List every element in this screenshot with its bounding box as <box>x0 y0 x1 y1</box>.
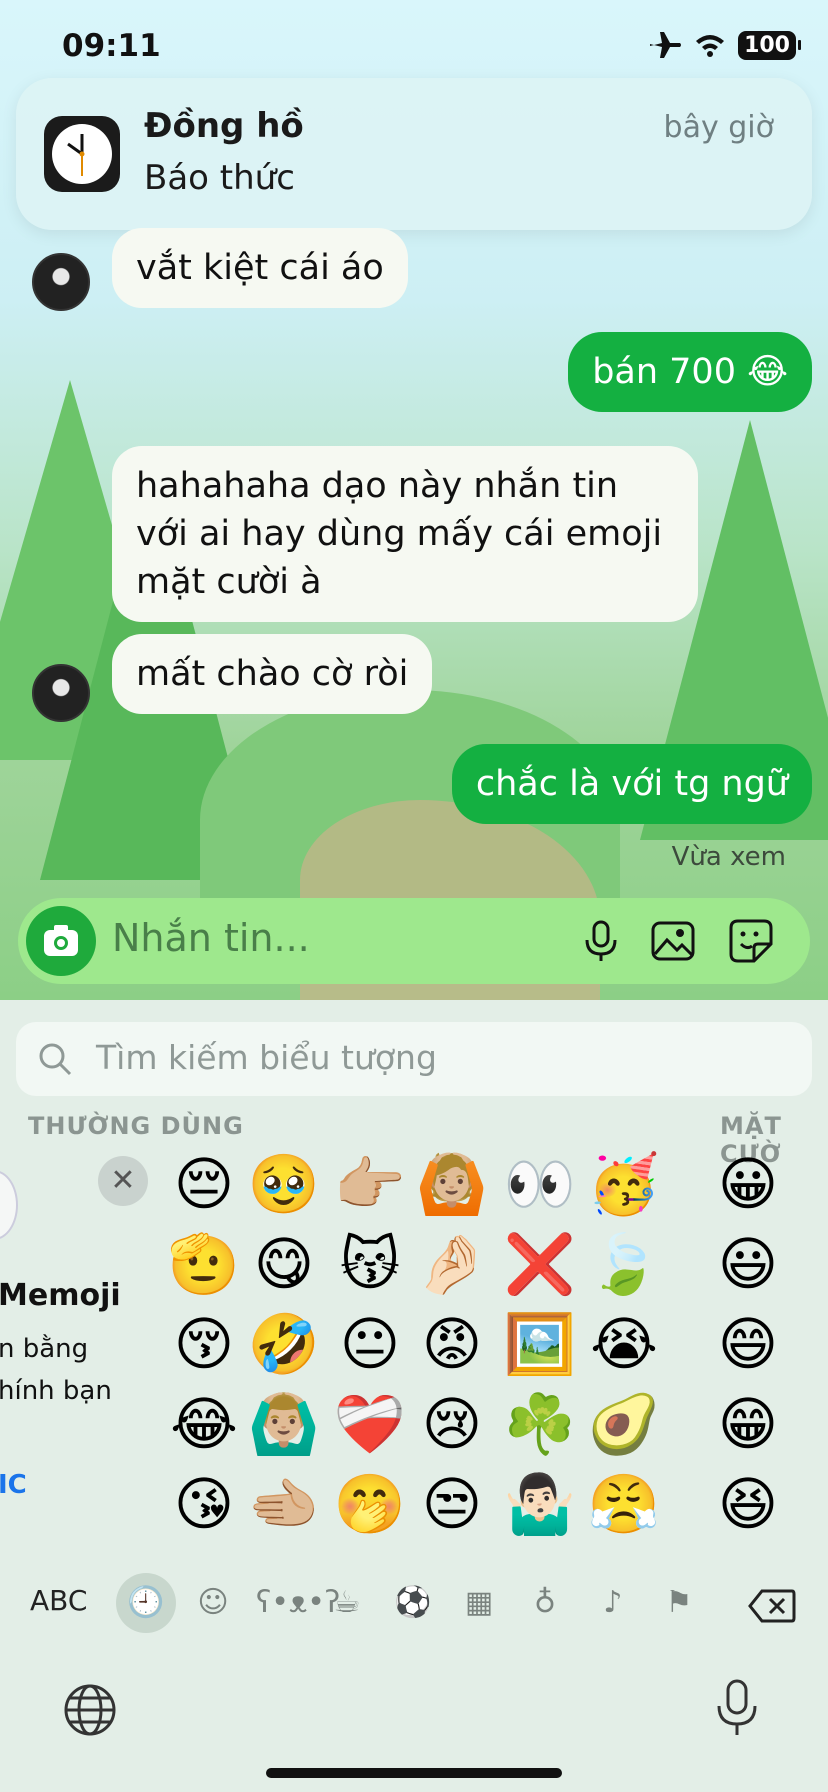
avatar[interactable] <box>32 664 90 722</box>
emoji-key[interactable]: 😀 <box>708 1144 788 1224</box>
emoji-key[interactable]: 🫡 <box>164 1224 244 1304</box>
notification-banner[interactable]: Đồng hồ Báo thức bây giờ <box>16 78 812 230</box>
emoji-key[interactable]: 😢 <box>412 1384 492 1464</box>
emoji-key[interactable]: 😘 <box>164 1464 244 1544</box>
backspace-icon[interactable] <box>748 1588 796 1624</box>
globe-icon[interactable] <box>62 1682 118 1738</box>
emoji-key[interactable]: 🖼️ <box>500 1304 580 1384</box>
status-icons: 100 <box>648 30 801 60</box>
emoji-key[interactable]: 😤 <box>584 1464 664 1544</box>
emoji-key[interactable]: 👀 <box>500 1144 580 1224</box>
notification-message: Báo thức <box>144 158 295 198</box>
emoji-key[interactable]: 😆 <box>708 1464 788 1544</box>
emoji-key[interactable]: 😄 <box>708 1304 788 1384</box>
message-composer: Nhắn tin... <box>18 898 810 984</box>
status-time: 09:11 <box>62 28 161 64</box>
abc-button[interactable]: ABC <box>30 1584 87 1617</box>
home-indicator <box>266 1768 562 1778</box>
emoji-key[interactable]: 😁 <box>708 1384 788 1464</box>
emoji-key[interactable]: 🙆🏼‍♂️ <box>244 1384 324 1464</box>
memoji-description: hính bạn <box>0 1376 112 1406</box>
message-bubble-incoming[interactable]: hahahaha dạo này nhắn tin với ai hay dùn… <box>112 446 698 622</box>
emoji-key[interactable]: 😽 <box>330 1224 410 1304</box>
message-bubble-incoming[interactable]: vắt kiệt cái áo <box>112 228 408 308</box>
emoji-key[interactable]: 🫲🏼 <box>244 1464 324 1544</box>
emoji-keyboard: Tìm kiếm biểu tượng THƯỜNG DÙNG MẶT CƯỜ … <box>0 1000 828 1792</box>
emoji-key[interactable]: ❤️‍🩹 <box>330 1384 410 1464</box>
search-icon <box>39 1043 72 1076</box>
message-bubble-incoming[interactable]: mất chào cờ ròi <box>112 634 433 714</box>
smiley-icon[interactable]: ☺ <box>190 1580 236 1626</box>
emoji-key[interactable]: 😐 <box>330 1304 410 1384</box>
flag-icon[interactable]: ⚑ <box>656 1580 702 1626</box>
notification-time: bây giờ <box>663 110 774 145</box>
microphone-icon[interactable] <box>578 918 624 964</box>
emoji-key[interactable]: 👉🏼 <box>330 1144 410 1224</box>
emoji-key[interactable]: 🥹 <box>244 1144 324 1224</box>
emoji-key[interactable]: 🤭 <box>330 1464 410 1544</box>
emoji-key[interactable]: 😋 <box>244 1224 324 1304</box>
emoji-key[interactable]: 😚 <box>164 1304 244 1384</box>
building-icon[interactable]: ▦ <box>456 1580 502 1626</box>
clock-icon[interactable]: 🕘 <box>116 1573 176 1633</box>
food-icon[interactable]: ☕ <box>324 1580 370 1626</box>
emoji-key[interactable]: 😃 <box>708 1224 788 1304</box>
clock-app-icon <box>44 116 120 192</box>
dictation-mic-icon[interactable] <box>714 1678 760 1738</box>
emoji-key[interactable]: 😭 <box>584 1304 664 1384</box>
emoji-key[interactable]: 🙆🏼 <box>412 1144 492 1224</box>
emoji-key[interactable]: 🥳 <box>584 1144 664 1224</box>
message-input[interactable]: Nhắn tin... <box>112 916 310 960</box>
emoji-search-bar[interactable]: Tìm kiếm biểu tượng <box>16 1022 812 1096</box>
emoji-key[interactable]: 😂 <box>164 1384 244 1464</box>
emoji-key[interactable]: 🤌🏻 <box>412 1224 492 1304</box>
emoji-key[interactable]: 🍃 <box>584 1224 664 1304</box>
message-bubble-outgoing[interactable]: bán 700 😂 <box>568 332 812 412</box>
wifi-icon <box>696 35 725 57</box>
memoji-sticker-icon <box>0 1170 18 1240</box>
message-bubble-outgoing[interactable]: chắc là với tg ngữ <box>451 744 812 824</box>
emoji-category-bar: ABC 🕘 ☺ ʕ•ᴥ•ʔ ☕ ⚽ ▦ ♁ ♪ ⚑ <box>0 1570 828 1640</box>
sticker-icon[interactable] <box>728 918 774 964</box>
symbols-icon[interactable]: ♪ <box>590 1580 636 1626</box>
notification-app-name: Đồng hồ <box>144 106 304 146</box>
image-icon[interactable] <box>650 918 696 964</box>
emoji-search-input[interactable]: Tìm kiếm biểu tượng <box>96 1038 437 1077</box>
emoji-key[interactable]: 🤣 <box>244 1304 324 1384</box>
airplane-icon <box>650 32 682 58</box>
seen-status: Vừa xem <box>671 842 786 872</box>
emoji-key[interactable]: ❌ <box>500 1224 580 1304</box>
memoji-link[interactable]: IC <box>0 1470 27 1500</box>
avatar[interactable] <box>32 253 90 311</box>
section-frequent-header: THƯỜNG DÙNG <box>28 1112 244 1140</box>
emoji-key[interactable]: 🥑 <box>584 1384 664 1464</box>
memoji-title: Memoji <box>0 1278 121 1313</box>
camera-button[interactable] <box>26 906 96 976</box>
memoji-close-button[interactable]: ✕ <box>98 1156 148 1206</box>
emoji-key[interactable]: 😔 <box>164 1144 244 1224</box>
camera-icon <box>44 925 78 956</box>
emoji-key[interactable]: 🤷🏻‍♂️ <box>500 1464 580 1544</box>
emoji-key[interactable]: ☘️ <box>500 1384 580 1464</box>
battery-indicator: 100 <box>738 30 801 60</box>
emoji-key[interactable]: 😒 <box>412 1464 492 1544</box>
memoji-description: n bằng <box>0 1334 89 1364</box>
emoji-key[interactable]: 😡 <box>412 1304 492 1384</box>
animal-icon[interactable]: ʕ•ᴥ•ʔ <box>256 1580 340 1626</box>
bulb-icon[interactable]: ♁ <box>522 1580 568 1626</box>
ball-icon[interactable]: ⚽ <box>390 1580 436 1626</box>
